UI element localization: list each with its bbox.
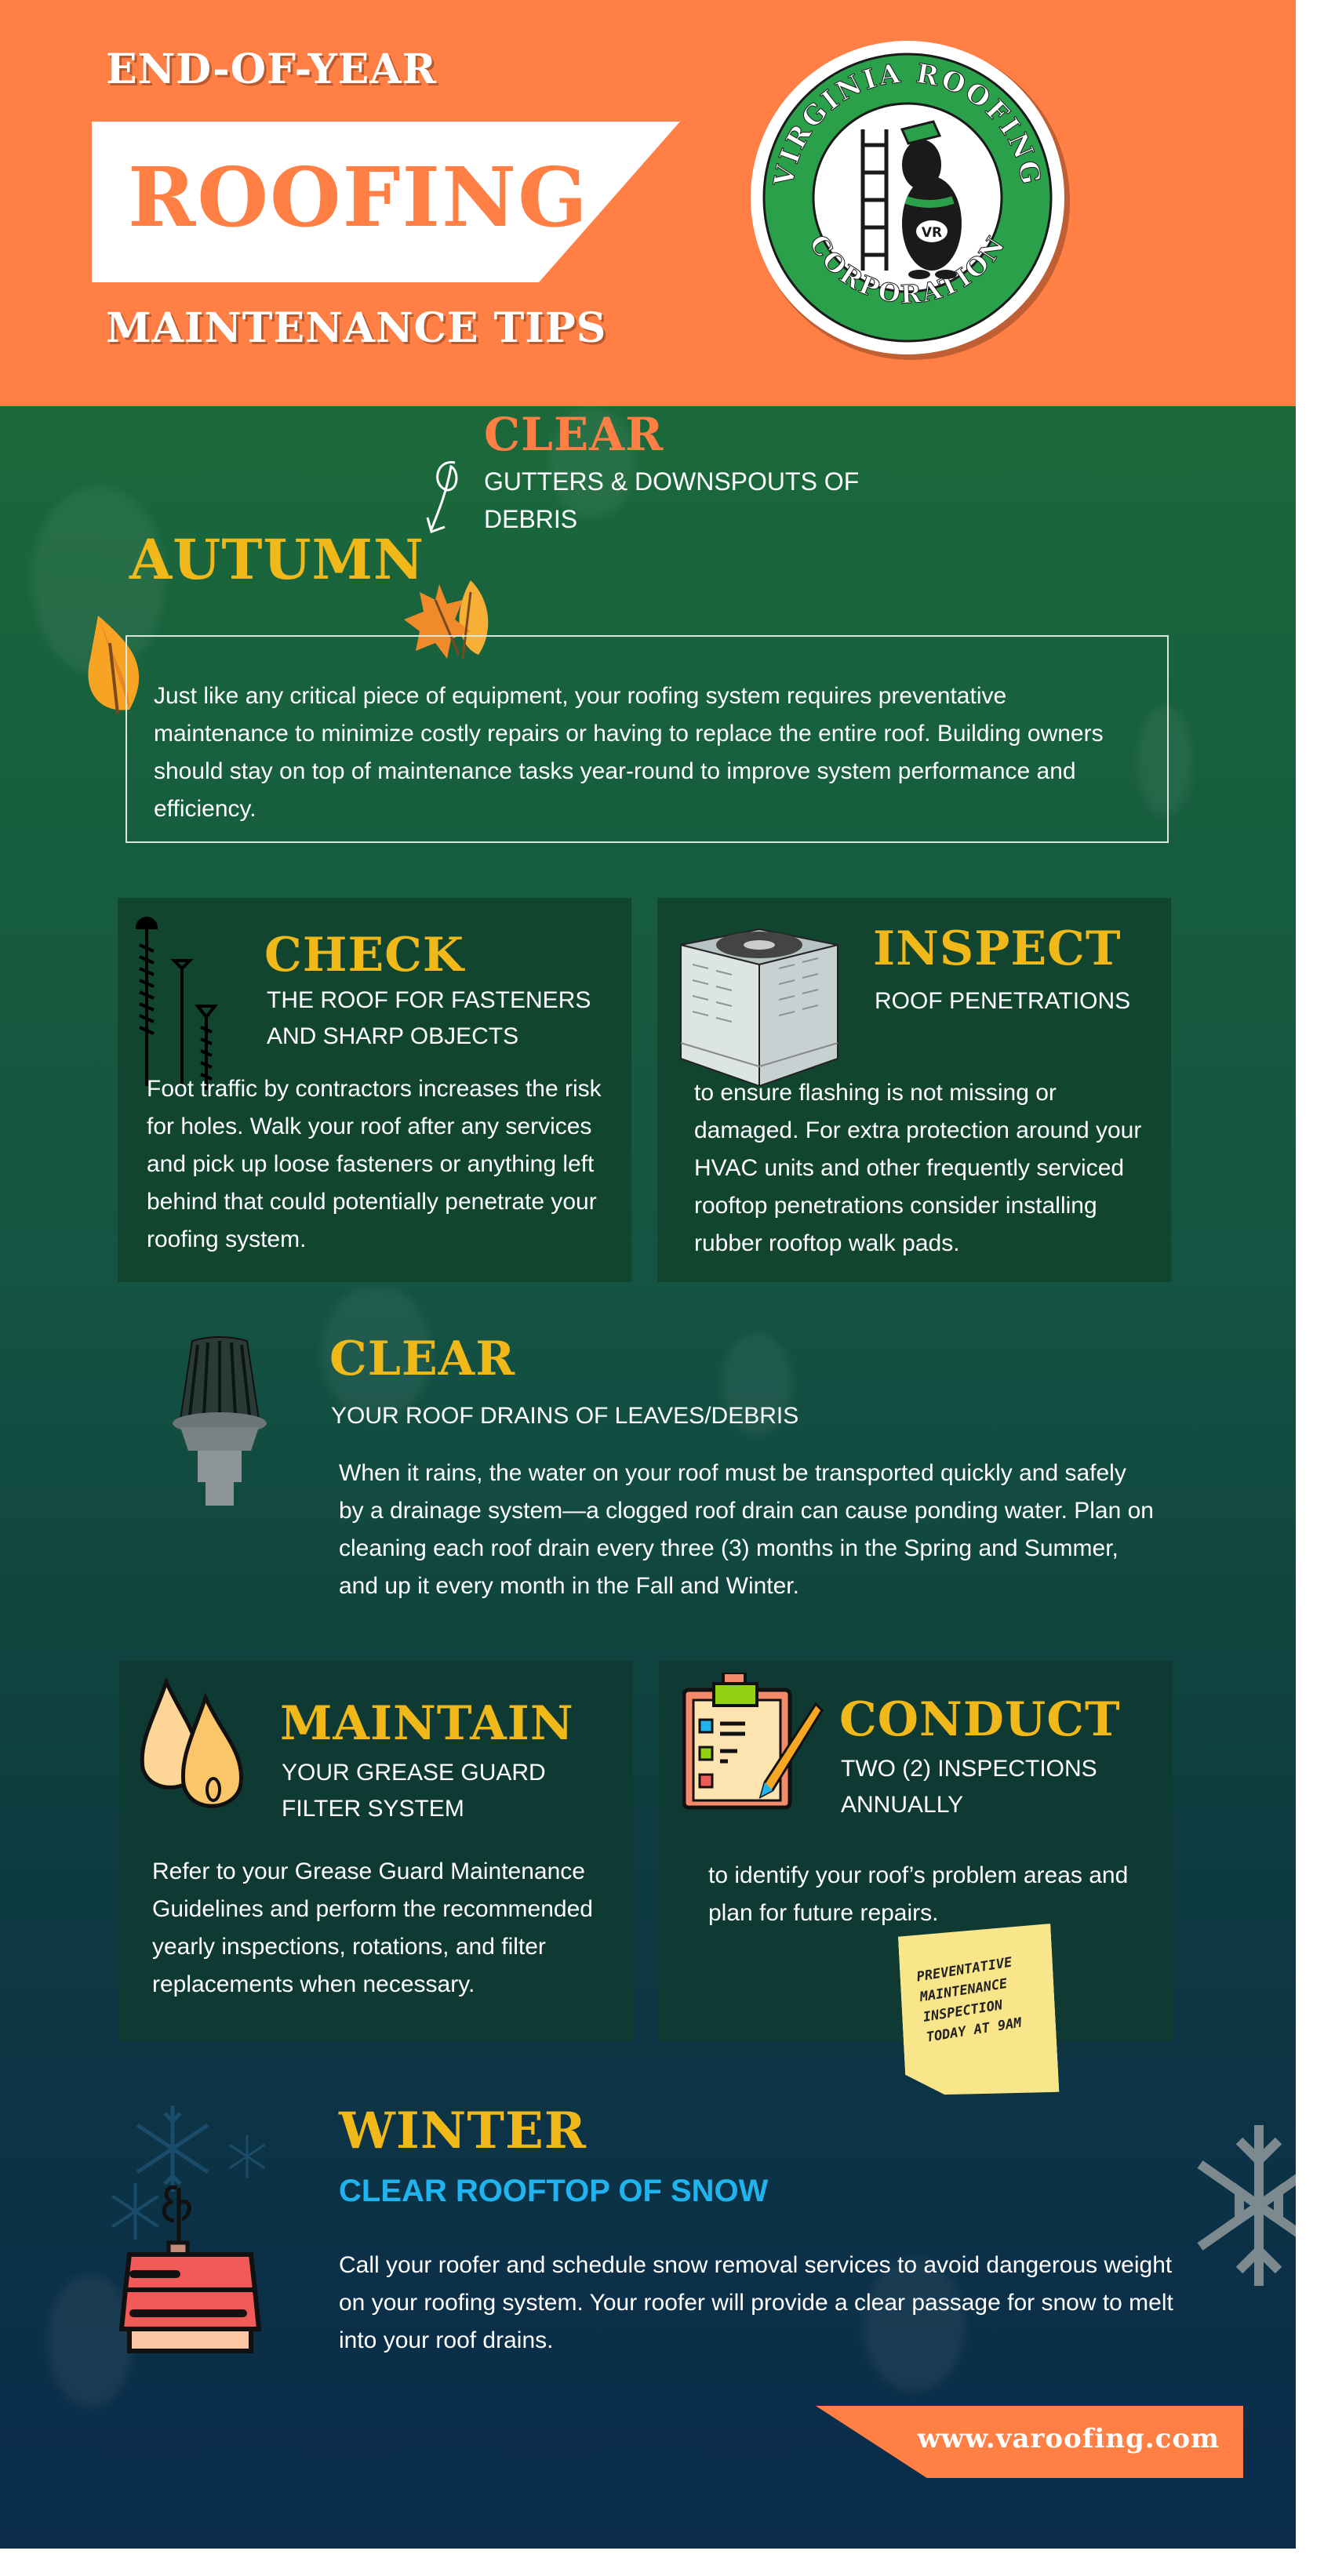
intro-text: Just like any critical piece of equipmen…	[154, 683, 1104, 822]
check-heading: CHECK	[264, 928, 465, 983]
header: END-OF-YEAR ROOFING MAINTENANCE TIPS VIR…	[0, 0, 1296, 406]
conduct-label: TWO (2) INSPECTIONS ANNUALLY	[841, 1756, 1097, 1818]
check-card: CHECK THE ROOF FOR FASTENERS AND SHARP O…	[118, 898, 631, 1282]
winter-body: Call your roofer and schedule snow remov…	[339, 2252, 1173, 2353]
roof-drain-icon	[173, 1336, 267, 1506]
maintain-card: MAINTAIN YOUR GREASE GUARD FILTER SYSTEM…	[119, 1661, 633, 2041]
checklist-icon	[682, 1673, 824, 1810]
check-body: Foot traffic by contractors increases th…	[147, 1076, 602, 1252]
gutters-heading: CLEAR	[484, 408, 664, 461]
maintain-body: Refer to your Grease Guard Maintenance G…	[152, 1858, 593, 1997]
pre-title: END-OF-YEAR	[106, 45, 437, 93]
drains-heading: CLEAR	[329, 1332, 516, 1386]
winter-label: CLEAR ROOFTOP OF SNOW	[339, 2174, 769, 2208]
season-winter: WINTER	[339, 2102, 587, 2160]
curly-arrow-icon	[426, 461, 458, 533]
grease-drops-icon	[140, 1678, 244, 1808]
website-link[interactable]: www.varoofing.com	[917, 2423, 1220, 2454]
inspect-card: INSPECT ROOF PENETRATIONS to ensure flas…	[657, 898, 1171, 1282]
gutters-label: GUTTERS & DOWNSPOUTS OF DEBRIS	[484, 467, 860, 533]
subtitle: MAINTENANCE TIPS	[106, 304, 607, 352]
maintain-heading: MAINTAIN	[280, 1696, 574, 1751]
check-label: THE ROOF FOR FASTENERS AND SHARP OBJECTS	[267, 987, 591, 1049]
url-tag[interactable]: www.varoofing.com	[816, 2406, 1243, 2478]
inspect-label: ROOF PENETRATIONS	[875, 988, 1131, 1014]
snowflake-large-icon	[1197, 2125, 1296, 2286]
page-title: ROOFING	[128, 149, 589, 245]
sticky-note-text: PREVENTATIVE MAINTENANCE INSPECTION TODA…	[915, 1954, 1023, 2046]
snowy-roof-icon	[118, 2185, 262, 2353]
conduct-heading: CONDUCT	[839, 1692, 1121, 1747]
company-logo: VIRGINIA ROOFING CORPORATION VR	[751, 41, 1070, 360]
season-autumn: AUTUMN	[129, 527, 424, 592]
inspect-body: to ensure flashing is not missing or dam…	[694, 1080, 1142, 1256]
hvac-unit-icon	[680, 928, 838, 1086]
drains-label: YOUR ROOF DRAINS OF LEAVES/DEBRIS	[331, 1403, 799, 1429]
drains-body: When it rains, the water on your roof mu…	[339, 1460, 1154, 1599]
sticky-note: PREVENTATIVE MAINTENANCE INSPECTION TODA…	[898, 1924, 1060, 2100]
infographic: END-OF-YEAR ROOFING MAINTENANCE TIPS VIR…	[0, 0, 1296, 2549]
snowflake-icon	[228, 2135, 266, 2178]
inspect-heading: INSPECT	[873, 921, 1122, 976]
maintain-label: YOUR GREASE GUARD FILTER SYSTEM	[282, 1760, 546, 1822]
intro-box: Just like any critical piece of equipmen…	[125, 635, 1169, 843]
conduct-body: to identify your roof’s problem areas an…	[708, 1862, 1129, 1926]
svg-text:VR: VR	[922, 225, 942, 241]
